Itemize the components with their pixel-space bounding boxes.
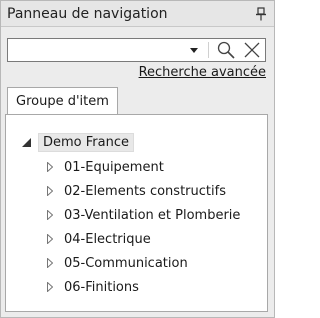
tree-root: Demo France: [18, 131, 134, 153]
tree-root-label[interactable]: Demo France: [38, 132, 134, 152]
navigation-panel: Panneau de navigation Recherche avancée …: [0, 0, 275, 318]
tree-item[interactable]: 01-Equipement: [44, 155, 240, 179]
tree-item-label: 04-Electrique: [64, 231, 151, 247]
tree-item-label: 06-Finitions: [64, 279, 139, 295]
advanced-search-link[interactable]: Recherche avancée: [139, 65, 266, 80]
search-icon[interactable]: [213, 39, 239, 61]
tree-view: Demo France 01-Equipement 02-Elements co…: [5, 114, 268, 312]
tree-item[interactable]: 05-Communication: [44, 251, 240, 275]
collapsed-triangle-icon[interactable]: [44, 231, 56, 247]
tree-item-label: 01-Equipement: [64, 159, 164, 175]
collapsed-triangle-icon[interactable]: [44, 207, 56, 223]
collapsed-triangle-icon[interactable]: [44, 279, 56, 295]
search-area: Recherche avancée: [1, 27, 274, 83]
tree-item-label: 03-Ventilation et Plomberie: [64, 207, 241, 223]
close-icon[interactable]: [239, 39, 265, 61]
tab-item-group[interactable]: Groupe d'item: [7, 87, 118, 114]
tree-children: 01-Equipement 02-Elements constructifs 0…: [44, 155, 240, 299]
collapsed-triangle-icon[interactable]: [44, 255, 56, 271]
panel-title: Panneau de navigation: [7, 5, 168, 22]
tree-item-label: 05-Communication: [64, 255, 188, 271]
separator: [208, 42, 209, 58]
collapsed-triangle-icon[interactable]: [44, 183, 56, 199]
pin-icon[interactable]: [254, 6, 268, 22]
dropdown-arrow-icon[interactable]: [184, 39, 204, 61]
tree-item[interactable]: 03-Ventilation et Plomberie: [44, 203, 240, 227]
tree-item[interactable]: 06-Finitions: [44, 275, 240, 299]
collapsed-triangle-icon[interactable]: [44, 159, 56, 175]
tree-item-label: 02-Elements constructifs: [64, 183, 226, 199]
expanded-triangle-icon[interactable]: [18, 134, 34, 150]
search-input[interactable]: [8, 39, 184, 61]
tab-strip: Groupe d'item: [1, 83, 274, 114]
tree-item[interactable]: 04-Electrique: [44, 227, 240, 251]
search-box: [7, 38, 266, 62]
panel-titlebar: Panneau de navigation: [1, 1, 274, 27]
tree-item[interactable]: 02-Elements constructifs: [44, 179, 240, 203]
